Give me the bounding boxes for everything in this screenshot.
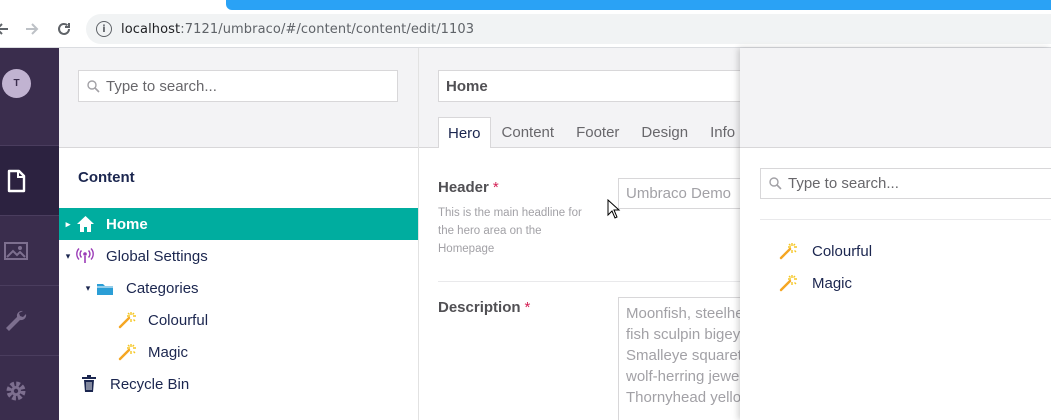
tab-content[interactable]: Content xyxy=(491,117,566,148)
description-textarea[interactable]: Moonfish, steelhe fish sculpin bigey Sma… xyxy=(618,297,740,420)
expand-caret[interactable]: ▾ xyxy=(63,251,73,262)
broadcast-icon xyxy=(75,246,95,266)
section-packages[interactable] xyxy=(0,355,59,420)
textarea-line: Moonfish, steelhe xyxy=(626,305,740,322)
overlay-panel: Colourful Magic xyxy=(740,48,1051,420)
textarea-line: Smalleye squareta xyxy=(626,347,740,364)
arrow-left-icon[interactable] xyxy=(0,17,14,41)
textarea-line: fish sculpin bigey xyxy=(626,326,740,343)
property-divider xyxy=(438,281,740,282)
overlay-item-magic[interactable]: Magic xyxy=(778,267,852,299)
content-editor: Home Hero Content Footer Design Info Hea… xyxy=(419,48,740,420)
image-icon xyxy=(4,241,28,260)
arrow-right-icon[interactable] xyxy=(20,17,44,41)
tab-hero[interactable]: Hero xyxy=(438,117,491,148)
tab-footer[interactable]: Footer xyxy=(565,117,630,148)
overlay-item-colourful[interactable]: Colourful xyxy=(778,235,872,267)
tree-node-label: Categories xyxy=(126,279,199,297)
reload-icon[interactable] xyxy=(52,17,76,41)
editor-header: Home Hero Content Footer Design Info xyxy=(419,48,740,148)
wrench-icon xyxy=(6,310,27,331)
gear-icon xyxy=(6,381,26,400)
header-property-description: This is the main headline for the hero a… xyxy=(438,207,582,255)
overlay-search-input[interactable] xyxy=(788,175,1048,192)
tree-title: Content xyxy=(78,169,135,186)
tree-search-input[interactable] xyxy=(106,77,386,95)
overlay-item-label: Magic xyxy=(812,274,853,292)
editor-tabs: Hero Content Footer Design Info xyxy=(438,117,746,148)
mouse-cursor-icon xyxy=(607,199,621,219)
home-icon xyxy=(75,214,95,234)
tab-design[interactable]: Design xyxy=(630,117,699,148)
tree-node-label: Recycle Bin xyxy=(110,375,190,393)
header-property-label: Header * xyxy=(438,179,499,196)
section-bar: T xyxy=(0,48,59,420)
folder-icon xyxy=(95,278,115,298)
section-media[interactable] xyxy=(0,215,59,285)
section-content[interactable] xyxy=(0,145,59,215)
tree-search[interactable] xyxy=(78,70,398,102)
required-mark: * xyxy=(524,299,531,316)
tree-node-label: Home xyxy=(106,215,148,233)
magic-wand-icon xyxy=(778,241,798,261)
description-property-label: Description * xyxy=(438,299,531,316)
search-icon xyxy=(87,79,100,93)
textarea-line: Thornyhead yello xyxy=(626,389,740,406)
section-settings[interactable] xyxy=(0,285,59,355)
search-icon xyxy=(769,177,782,190)
url-text: localhost:7121/umbraco/#/content/content… xyxy=(121,21,475,37)
required-mark: * xyxy=(492,179,499,196)
browser-chrome: i localhost:7121/umbraco/#/content/conte… xyxy=(0,0,1051,48)
tree-node-label: Colourful xyxy=(148,311,209,329)
tree-node-home[interactable]: ▸ Home xyxy=(59,208,418,240)
trash-icon xyxy=(79,374,99,394)
active-browser-tab[interactable] xyxy=(226,0,1051,10)
document-icon xyxy=(7,169,26,192)
tab-strip xyxy=(0,0,1051,10)
info-icon[interactable]: i xyxy=(96,21,112,37)
overlay-search[interactable] xyxy=(760,168,1051,199)
header-input[interactable]: Umbraco Demo xyxy=(618,178,740,209)
tree-header xyxy=(59,48,418,148)
address-bar[interactable]: i localhost:7121/umbraco/#/content/conte… xyxy=(86,14,1051,44)
tree-node-colourful[interactable]: Colourful xyxy=(59,304,418,336)
tree-node-global-settings[interactable]: ▾ Global Settings xyxy=(59,240,418,272)
overlay-header xyxy=(740,48,1051,148)
overlay-divider xyxy=(760,219,1051,220)
expand-caret[interactable]: ▾ xyxy=(83,283,93,294)
overlay-item-label: Colourful xyxy=(812,242,873,260)
tree-node-recycle-bin[interactable]: Recycle Bin xyxy=(59,368,418,400)
magic-wand-icon xyxy=(117,342,137,362)
tree-node-magic[interactable]: Magic xyxy=(59,336,418,368)
textarea-line: wolf-herring jewe xyxy=(626,368,740,385)
node-name-input[interactable]: Home xyxy=(438,70,740,102)
tree-node-categories[interactable]: ▾ Categories xyxy=(59,272,418,304)
magic-wand-icon xyxy=(117,310,137,330)
avatar[interactable]: T xyxy=(2,69,31,98)
magic-wand-icon xyxy=(778,273,798,293)
tree-node-label: Global Settings xyxy=(106,247,208,265)
tree-node-label: Magic xyxy=(148,343,189,361)
expand-caret[interactable]: ▸ xyxy=(63,219,73,230)
content-tree-panel: Content ▸ Home ▾ Global Settings ▾ Categ… xyxy=(59,48,419,420)
